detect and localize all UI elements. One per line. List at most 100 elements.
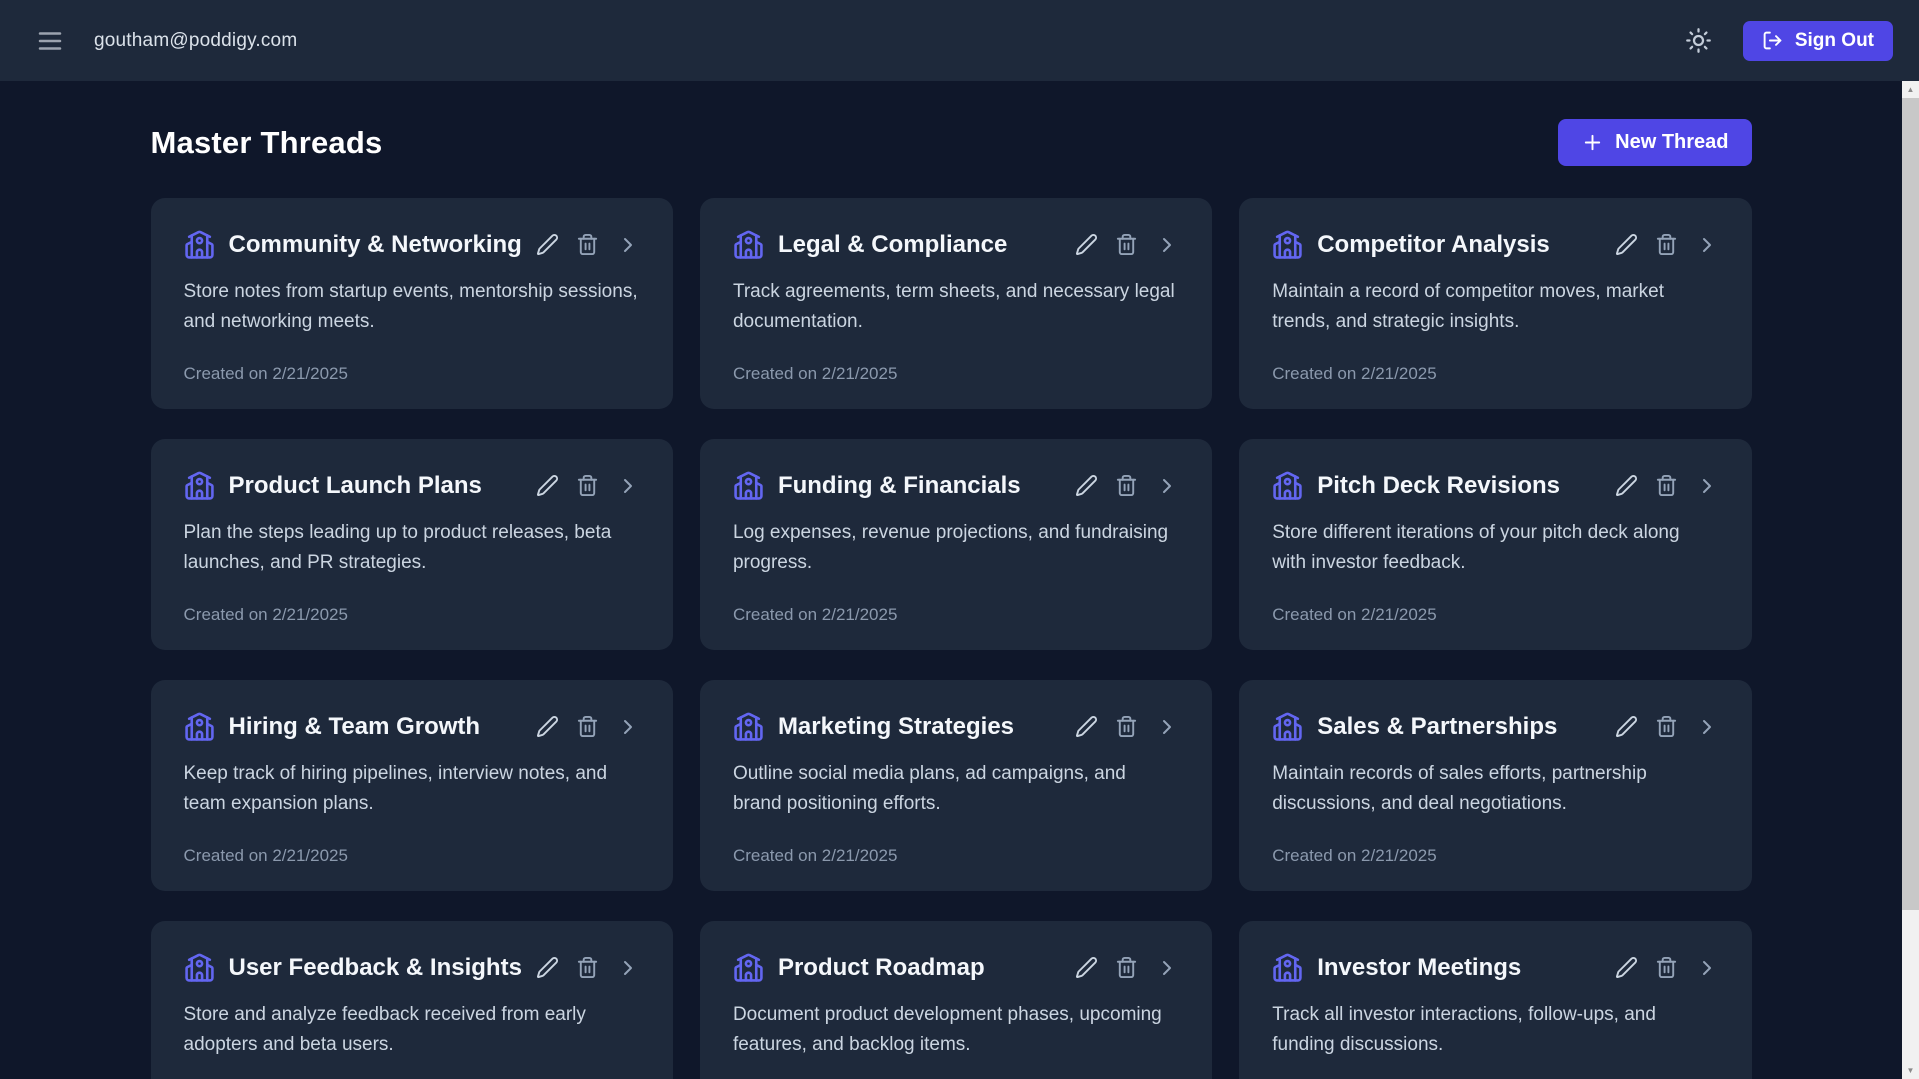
thread-actions <box>1615 715 1719 739</box>
pencil-icon <box>1075 233 1098 256</box>
thread-card[interactable]: Hiring & Team Growth Keep track of hirin… <box>150 680 673 891</box>
trash-icon <box>1115 715 1138 738</box>
open-thread-button[interactable] <box>1155 956 1179 980</box>
top-bar: goutham@poddigy.com Sign Out <box>0 0 1919 81</box>
open-thread-button[interactable] <box>616 233 640 257</box>
sign-out-label: Sign Out <box>1794 29 1874 51</box>
sun-icon <box>1685 27 1712 54</box>
menu-button[interactable] <box>28 19 72 63</box>
delete-thread-button[interactable] <box>576 474 599 497</box>
thread-card[interactable]: Marketing Strategies Outline social medi… <box>699 680 1213 891</box>
trash-icon <box>576 956 599 979</box>
thread-actions <box>536 474 640 498</box>
thread-card[interactable]: Community & Networking Store notes from … <box>150 198 673 409</box>
school-icon <box>733 470 764 501</box>
open-thread-button[interactable] <box>616 715 640 739</box>
open-thread-button[interactable] <box>1695 474 1719 498</box>
chevron-right-icon <box>1155 233 1179 257</box>
edit-thread-button[interactable] <box>1075 233 1098 256</box>
thread-description: Document product development phases, upc… <box>732 1004 1162 1055</box>
thread-description: Keep track of hiring pipelines, intervie… <box>183 763 608 814</box>
theme-toggle-button[interactable] <box>1677 19 1721 63</box>
new-thread-button[interactable]: New Thread <box>1558 119 1752 166</box>
school-icon <box>184 470 215 501</box>
edit-thread-button[interactable] <box>1075 715 1098 738</box>
thread-title: Legal & Compliance <box>777 230 1008 258</box>
thread-card[interactable]: Product Launch Plans Plan the steps lead… <box>150 439 673 650</box>
open-thread-button[interactable] <box>616 956 640 980</box>
edit-thread-button[interactable] <box>536 715 559 738</box>
thread-card[interactable]: User Feedback & Insights Store and analy… <box>150 921 673 1079</box>
thread-title: Hiring & Team Growth <box>228 712 481 740</box>
open-thread-button[interactable] <box>1695 233 1719 257</box>
delete-thread-button[interactable] <box>576 715 599 738</box>
chevron-right-icon <box>1155 715 1179 739</box>
thread-card[interactable]: Competitor Analysis Maintain a record of… <box>1239 198 1752 409</box>
pencil-icon <box>1075 715 1098 738</box>
new-thread-label: New Thread <box>1615 131 1729 153</box>
thread-card[interactable]: Sales & Partnerships Maintain records of… <box>1239 680 1752 891</box>
page-title: Master Threads <box>150 124 383 160</box>
edit-thread-button[interactable] <box>536 233 559 256</box>
thread-actions <box>1615 233 1719 257</box>
thread-card[interactable]: Funding & Financials Log expenses, reven… <box>699 439 1213 650</box>
thread-card[interactable]: Legal & Compliance Track agreements, ter… <box>699 198 1213 409</box>
thread-description: Outline social media plans, ad campaigns… <box>732 763 1126 814</box>
edit-thread-button[interactable] <box>1075 474 1098 497</box>
open-thread-button[interactable] <box>1155 233 1179 257</box>
vertical-scrollbar[interactable]: ▲ ▼ <box>1902 81 1919 1079</box>
delete-thread-button[interactable] <box>1115 956 1138 979</box>
edit-thread-button[interactable] <box>1615 956 1638 979</box>
school-icon <box>1272 470 1303 501</box>
thread-actions <box>536 956 640 980</box>
thread-actions <box>536 715 640 739</box>
open-thread-button[interactable] <box>616 474 640 498</box>
trash-icon <box>1115 474 1138 497</box>
pencil-icon <box>536 233 559 256</box>
thread-card[interactable]: Product Roadmap Document product develop… <box>699 921 1213 1079</box>
open-thread-button[interactable] <box>1155 474 1179 498</box>
delete-thread-button[interactable] <box>1115 233 1138 256</box>
open-thread-button[interactable] <box>1695 956 1719 980</box>
edit-thread-button[interactable] <box>1075 956 1098 979</box>
thread-description: Log expenses, revenue projections, and f… <box>732 522 1169 573</box>
thread-card[interactable]: Pitch Deck Revisions Store different ite… <box>1239 439 1752 650</box>
sign-out-button[interactable]: Sign Out <box>1742 20 1893 61</box>
chevron-right-icon <box>1155 956 1179 980</box>
delete-thread-button[interactable] <box>576 233 599 256</box>
edit-thread-button[interactable] <box>536 956 559 979</box>
thread-actions <box>1075 233 1179 257</box>
scroll-up-button[interactable]: ▲ <box>1902 81 1919 98</box>
delete-thread-button[interactable] <box>1655 715 1678 738</box>
edit-thread-button[interactable] <box>536 474 559 497</box>
thread-description: Track all investor interactions, follow-… <box>1272 1004 1656 1055</box>
school-icon <box>1272 952 1303 983</box>
scroll-down-button[interactable]: ▼ <box>1902 1062 1919 1079</box>
scrollbar-thumb[interactable] <box>1902 98 1919 910</box>
delete-thread-button[interactable] <box>1115 474 1138 497</box>
thread-title: Funding & Financials <box>777 471 1021 499</box>
thread-created-date: Created on 2/21/2025 <box>183 846 348 865</box>
thread-card[interactable]: Investor Meetings Track all investor int… <box>1239 921 1752 1079</box>
delete-thread-button[interactable] <box>1655 233 1678 256</box>
delete-thread-button[interactable] <box>1655 474 1678 497</box>
thread-title: Pitch Deck Revisions <box>1317 471 1560 499</box>
open-thread-button[interactable] <box>1155 715 1179 739</box>
delete-thread-button[interactable] <box>576 956 599 979</box>
trash-icon <box>1655 715 1678 738</box>
edit-thread-button[interactable] <box>1615 474 1638 497</box>
delete-thread-button[interactable] <box>1655 956 1678 979</box>
thread-actions <box>536 233 640 257</box>
chevron-right-icon <box>1695 715 1719 739</box>
school-icon <box>184 952 215 983</box>
delete-thread-button[interactable] <box>1115 715 1138 738</box>
thread-title: Sales & Partnerships <box>1317 712 1558 740</box>
thread-created-date: Created on 2/21/2025 <box>732 364 898 383</box>
log-out-icon <box>1762 30 1783 51</box>
edit-thread-button[interactable] <box>1615 715 1638 738</box>
thread-actions <box>1615 956 1719 980</box>
open-thread-button[interactable] <box>1695 715 1719 739</box>
edit-thread-button[interactable] <box>1615 233 1638 256</box>
pencil-icon <box>536 715 559 738</box>
thread-grid: Community & Networking Store notes from … <box>150 198 1752 1079</box>
